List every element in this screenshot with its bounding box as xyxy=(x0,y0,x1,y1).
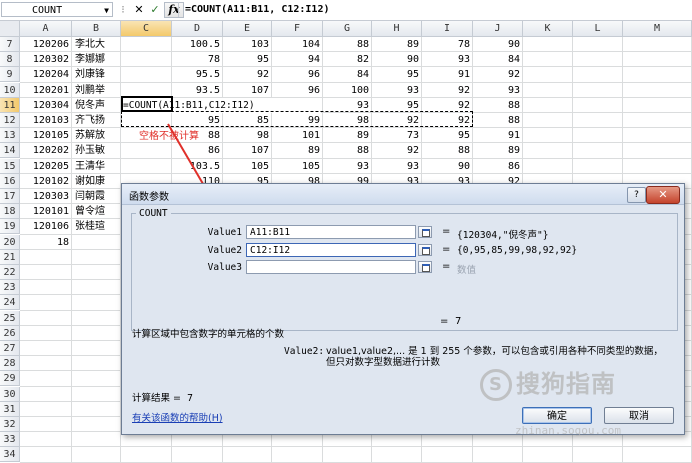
cancel-button[interactable]: 取消 xyxy=(604,407,674,424)
collapse-dialog-icon[interactable] xyxy=(418,226,432,238)
function-description: 计算区域中包含数字的单元格的个数 xyxy=(132,329,285,340)
collapse-dialog-icon[interactable] xyxy=(418,244,432,256)
help-icon[interactable]: ? xyxy=(627,187,646,203)
collapse-dialog-icon[interactable] xyxy=(418,261,432,273)
arg-label-value1: Value1 xyxy=(207,227,242,238)
calc-result-value: 7 xyxy=(186,393,194,404)
arg-input-value1[interactable]: A11:B11 xyxy=(246,225,416,239)
dialog-title: 函数参数 xyxy=(129,192,169,203)
arg-value-value1: {120304,"倪冬声"} xyxy=(457,230,549,241)
watermark-text: 搜狗指南 xyxy=(516,370,616,398)
close-button[interactable]: ✕ xyxy=(646,186,680,204)
function-name: COUNT xyxy=(136,208,171,219)
arg-value-value2: {0,95,85,99,98,92,92} xyxy=(457,245,578,256)
result-value: 7 xyxy=(455,316,462,327)
sogou-logo-icon: S xyxy=(480,369,512,401)
arg-equals: = xyxy=(442,261,451,272)
arg-label-value2: Value2 xyxy=(207,245,242,256)
watermark-url: zhinan.sogou.com xyxy=(515,424,621,437)
function-help-link[interactable]: 有关该函数的帮助(H) xyxy=(132,410,223,424)
calc-result-label: 计算结果 = xyxy=(132,393,181,404)
arg-input-value3[interactable] xyxy=(246,260,416,274)
ok-button[interactable]: 确定 xyxy=(522,407,592,424)
watermark-logo: S 搜狗指南 xyxy=(480,364,616,401)
arg-description-name: Value2: xyxy=(284,346,325,357)
calc-result: 计算结果 = 7 xyxy=(132,390,193,404)
arg-description-line1: value1,value2,... 是 1 到 255 个参数，可以包含或引用各… xyxy=(326,346,663,357)
result-equals: = xyxy=(440,316,449,327)
arg-input-value2[interactable]: C12:I12 xyxy=(246,243,416,257)
arg-equals: = xyxy=(442,226,451,237)
arg-label-value3: Value3 xyxy=(207,262,242,273)
arg-equals: = xyxy=(442,244,451,255)
arg-value-value3: 数值 xyxy=(457,265,477,276)
dialog-titlebar[interactable]: 函数参数 ? ✕ xyxy=(122,184,684,205)
